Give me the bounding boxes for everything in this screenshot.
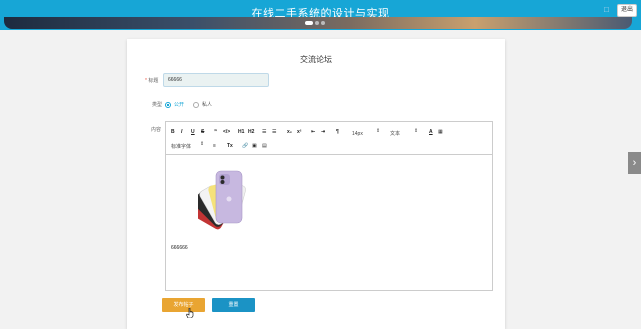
radio-private-label: 私人 [202,102,213,108]
strike-button[interactable]: S [201,129,204,135]
forum-form-card: 交流论坛 * 标题 66666 类型 公开 私人 内容 B I U S ❞ </… [127,39,505,329]
rich-text-editor[interactable]: B I U S ❞ </> H1 H2 ☰ ☰ x₂ x² ⇤ ⇥ ¶ 14px… [165,121,493,291]
chevron-updown-icon: ⇕ [200,141,205,147]
apple-logo-icon [226,196,232,202]
indent-button[interactable]: ⇥ [321,129,325,135]
blockquote-button[interactable]: ❞ [214,129,217,135]
image-button[interactable]: ▣ [252,143,257,149]
editor-content[interactable]: 666666 [166,155,492,290]
window-icon[interactable]: □ [604,6,612,14]
outdent-button[interactable]: ⇤ [311,129,315,135]
radio-dot-icon [165,101,171,108]
font-family-value: 标准字体 [171,144,192,150]
post-button[interactable]: 发布帖子 [162,298,205,312]
title-input[interactable]: 66666 [163,73,269,87]
clear-format-button[interactable]: Tx [227,143,233,149]
next-arrow-icon[interactable]: › [628,152,641,174]
type-label: 类型 [152,102,163,108]
camera-lens [220,180,225,184]
page-title: 交流论坛 [300,55,332,64]
font-family-select[interactable]: 标准字体 [171,144,191,150]
content-text: 666666 [171,245,188,251]
camera-lens [220,175,225,180]
chevron-updown-icon: ⇕ [376,128,381,134]
h2-button[interactable]: H2 [248,129,254,135]
carousel-dot[interactable] [315,21,319,25]
video-button[interactable]: ▤ [262,143,267,149]
radio-public[interactable]: 公开 [165,101,184,108]
radio-private[interactable]: 私人 [193,101,212,108]
editor-toolbar: B I U S ❞ </> H1 H2 ☰ ☰ x₂ x² ⇤ ⇥ ¶ 14px… [166,122,492,155]
underline-button[interactable]: U [191,129,195,135]
hand-cursor-icon [186,308,194,318]
background-color-button[interactable]: ▦ [438,129,443,135]
link-button[interactable]: 🔗 [242,143,248,149]
reset-button[interactable]: 重置 [212,298,255,312]
title-label: * 标题 [145,77,158,84]
radio-public-label: 公开 [174,102,185,108]
h1-button[interactable]: H1 [238,129,244,135]
carousel-dot-active[interactable] [305,21,313,25]
product-image [198,170,246,230]
font-color-button[interactable]: A [429,129,433,135]
code-button[interactable]: </> [223,129,230,135]
text-direction-button[interactable]: ¶ [336,129,339,135]
italic-button[interactable]: I [181,129,182,135]
radio-dot-icon [193,101,199,108]
bold-button[interactable]: B [171,129,175,135]
font-size-value: 14px [352,131,363,137]
ordered-list-button[interactable]: ☰ [262,129,266,135]
chevron-updown-icon: ⇕ [414,128,419,134]
carousel-dot[interactable] [321,21,325,25]
camera-bump [219,174,230,185]
header-select-value: 文本 [390,131,401,137]
title-label-text: 标题 [148,78,159,84]
header-select[interactable]: 文本 [390,131,400,137]
align-button[interactable]: ≡ [213,143,216,149]
content-label: 内容 [151,127,162,133]
subscript-button[interactable]: x₂ [287,129,292,135]
logout-button[interactable]: 退出 [617,4,637,17]
font-size-select[interactable]: 14px [352,131,363,137]
bullet-list-button[interactable]: ☰ [272,129,276,135]
superscript-button[interactable]: x² [297,129,301,135]
required-mark: * [145,78,147,84]
